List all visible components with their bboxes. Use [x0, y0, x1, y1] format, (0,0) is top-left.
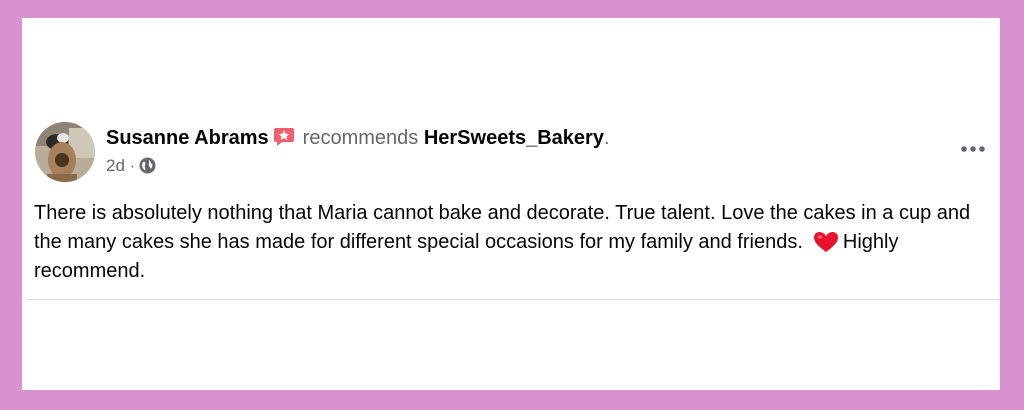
post-divider — [26, 299, 1000, 300]
globe-icon — [139, 157, 156, 174]
author-avatar[interactable] — [35, 122, 95, 182]
page-name-link[interactable]: HerSweets_Bakery — [424, 127, 604, 149]
star-badge-icon — [273, 127, 295, 147]
meta-separator: · — [129, 156, 136, 175]
recommends-label: recommends — [302, 127, 419, 149]
review-post-card: Susanne Abrams recommends HerSweets_Baker… — [22, 18, 1000, 390]
post-header-line: Susanne Abrams recommends HerSweets_Baker… — [106, 125, 610, 151]
post-meta: 2d · — [106, 155, 156, 177]
author-name[interactable]: Susanne Abrams — [106, 127, 269, 149]
post-timestamp[interactable]: 2d — [106, 156, 125, 175]
more-options-icon[interactable] — [958, 142, 990, 156]
post-body: There is absolutely nothing that Maria c… — [34, 199, 990, 286]
header-period: . — [603, 127, 610, 149]
red-heart-icon — [813, 231, 839, 253]
